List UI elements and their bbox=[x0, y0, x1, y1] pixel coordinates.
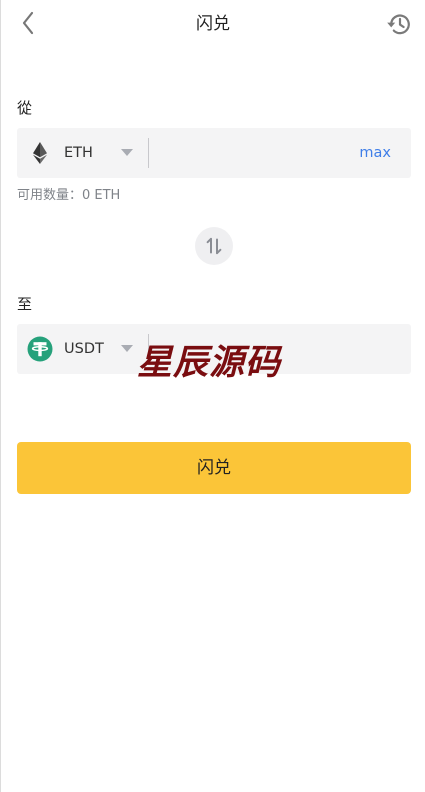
top-bar: 闪兑 bbox=[1, 0, 425, 48]
watermark-text: 星辰源码 bbox=[137, 342, 282, 383]
from-token-row: ETH max bbox=[17, 128, 411, 178]
history-icon bbox=[387, 14, 410, 35]
from-token-name: ETH bbox=[64, 145, 93, 161]
swap-direction-button[interactable] bbox=[195, 227, 233, 265]
swap-vertical-icon bbox=[206, 237, 222, 255]
available-balance: 可用数量：0 ETH bbox=[17, 188, 121, 203]
caret-down-icon bbox=[121, 149, 133, 156]
max-button[interactable]: max bbox=[359, 142, 391, 164]
from-amount-input[interactable] bbox=[159, 138, 353, 170]
history-button[interactable] bbox=[385, 10, 413, 38]
flash-swap-page: 闪兑 從 ETH max 可用数量：0 ETH 至 USDT 星辰源码 闪兑 bbox=[0, 0, 425, 792]
divider bbox=[148, 138, 149, 168]
from-token-selector[interactable]: ETH bbox=[17, 128, 148, 178]
to-token-name: USDT bbox=[64, 341, 104, 357]
page-title: 闪兑 bbox=[196, 14, 230, 34]
to-label: 至 bbox=[17, 295, 33, 313]
to-token-selector[interactable]: USDT bbox=[17, 324, 148, 374]
flash-swap-submit-button[interactable]: 闪兑 bbox=[17, 442, 411, 494]
tether-logo-icon bbox=[27, 336, 53, 362]
from-label: 從 bbox=[17, 99, 33, 117]
ethereum-logo-icon bbox=[27, 140, 53, 166]
caret-down-icon bbox=[121, 345, 133, 352]
